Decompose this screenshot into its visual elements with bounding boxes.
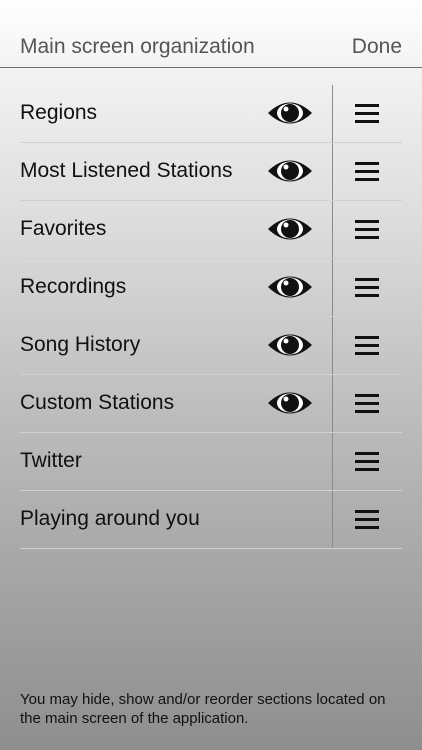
section-label: Song History bbox=[20, 333, 141, 356]
reorder-handle-icon[interactable] bbox=[355, 276, 381, 298]
eye-icon[interactable] bbox=[266, 388, 314, 418]
reorder-handle-icon[interactable] bbox=[355, 392, 381, 414]
section-row[interactable]: Recordings bbox=[20, 259, 402, 317]
reorder-handle-icon[interactable] bbox=[355, 334, 381, 356]
section-row[interactable]: Favorites bbox=[20, 201, 402, 259]
section-label: Regions bbox=[20, 101, 98, 124]
section-row[interactable]: Most Listened Stations bbox=[20, 143, 402, 201]
page-title: Main screen organization bbox=[20, 35, 255, 58]
section-label: Most Listened Stations bbox=[20, 159, 233, 182]
reorder-handle-icon[interactable] bbox=[355, 508, 381, 530]
reorder-handle-icon[interactable] bbox=[355, 450, 381, 472]
eye-icon[interactable] bbox=[266, 156, 314, 186]
eye-icon[interactable] bbox=[266, 330, 314, 360]
section-row[interactable]: Playing around you bbox=[20, 491, 402, 549]
section-row[interactable]: Song History bbox=[20, 317, 402, 375]
eye-icon[interactable] bbox=[266, 214, 314, 244]
section-label: Twitter bbox=[20, 449, 82, 472]
reorder-handle-icon[interactable] bbox=[355, 218, 381, 240]
section-row[interactable]: Custom Stations bbox=[20, 375, 402, 433]
section-label: Playing around you bbox=[20, 507, 200, 530]
section-label: Recordings bbox=[20, 275, 127, 298]
eye-icon[interactable] bbox=[266, 98, 314, 128]
reorder-handle-icon[interactable] bbox=[355, 102, 381, 124]
section-list: Regions Most Listened Stations Favorites Re… bbox=[20, 85, 402, 549]
reorder-handle-icon[interactable] bbox=[355, 160, 381, 182]
section-row[interactable]: Regions bbox=[20, 85, 402, 143]
section-label: Favorites bbox=[20, 217, 107, 240]
section-row[interactable]: Twitter bbox=[20, 433, 402, 491]
help-text: You may hide, show and/or reorder sectio… bbox=[20, 691, 386, 727]
nav-header: Main screen organization Done bbox=[0, 0, 422, 68]
section-label: Custom Stations bbox=[20, 391, 175, 414]
done-button[interactable]: Done bbox=[352, 35, 402, 59]
eye-icon[interactable] bbox=[266, 272, 314, 302]
